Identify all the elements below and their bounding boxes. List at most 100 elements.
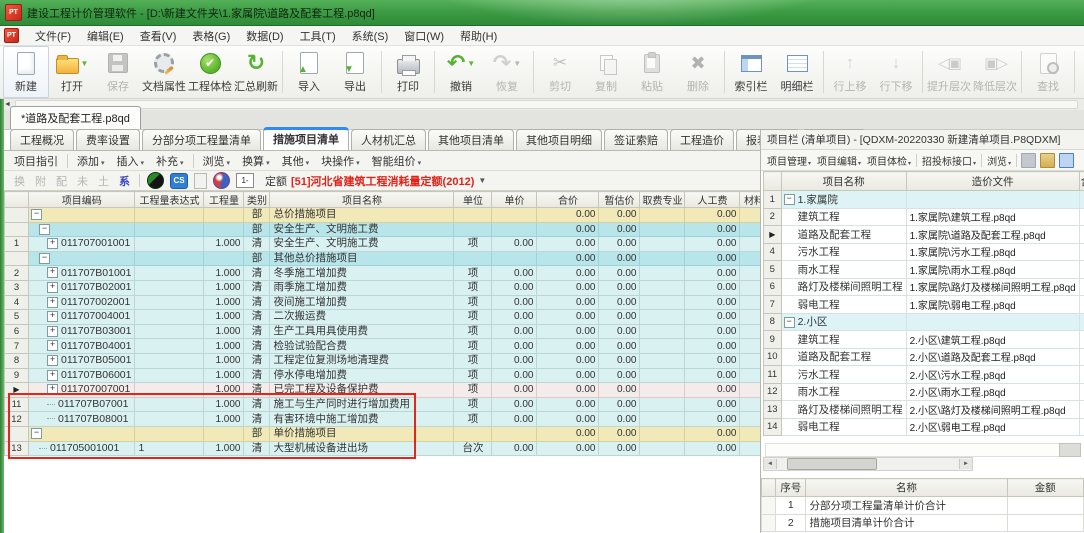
dropdown-arrow-icon[interactable]: ▼ <box>467 59 475 68</box>
tree-row[interactable]: 10道路及配套工程2.小区\道路及配套工程.p8qd <box>764 348 1084 366</box>
tree-expand-icon[interactable]: + <box>47 267 58 278</box>
toolbar-button-row-up[interactable]: 行上移 <box>827 46 873 98</box>
scroll-right-icon[interactable]: ► <box>959 459 972 469</box>
document-tab[interactable]: *道路及配套工程.p8qd <box>10 106 141 129</box>
editbar-item-换算[interactable]: 换算▾ <box>236 153 276 169</box>
tab-其他项目清单[interactable]: 其他项目清单 <box>428 129 514 150</box>
toolbar-button-import[interactable]: 导入 <box>286 46 332 98</box>
tree-expand-icon[interactable]: + <box>47 326 58 337</box>
editbar-item-项目指引[interactable]: 项目指引 <box>8 153 64 169</box>
tree-expand-icon[interactable]: + <box>47 282 58 293</box>
toolbar-button-export[interactable]: 导出 <box>332 46 378 98</box>
quick-icon-sphere[interactable] <box>213 172 230 189</box>
table-row[interactable]: 9+011707B060011.000清停水停电增加费项0.000.000.00… <box>5 368 778 383</box>
tree-expand-icon[interactable]: + <box>47 355 58 366</box>
editbar-item-浏览[interactable]: 浏览▾ <box>197 153 237 169</box>
table-row[interactable]: 7+011707B040011.000清检验试验配合费项0.000.000.00… <box>5 339 778 354</box>
summary-row[interactable]: 1分部分项工程量清单计价合计 <box>762 497 1084 515</box>
tree-collapse-icon[interactable]: − <box>39 224 50 235</box>
tree-row[interactable]: 2建筑工程1.家属院\建筑工程.p8qd <box>764 208 1084 226</box>
menu-item[interactable]: 系统(S) <box>344 28 397 44</box>
toolbar-button-refresh[interactable]: 汇总刷新 <box>233 46 279 98</box>
editbar-item-插入[interactable]: 插入▾ <box>111 153 151 169</box>
summary-row[interactable]: 2措施项目清单计价合计 <box>762 514 1084 532</box>
tree-row[interactable]: 4污水工程1.家属院\污水工程.p8qd <box>764 243 1084 261</box>
panel-menu-项目体检[interactable]: 项目体检▾ <box>864 153 914 168</box>
scrollbar-thumb[interactable] <box>787 458 877 470</box>
table-row[interactable]: −部安全生产、文明施工费0.000.000.000 <box>5 222 778 237</box>
toolbar-button-printer[interactable]: 打印 <box>385 46 431 98</box>
quota-dropdown[interactable]: [51]河北省建筑工程消耗量定额(2012) <box>291 173 474 189</box>
tree-row[interactable]: 9建筑工程2.小区\建筑工程.p8qd <box>764 331 1084 349</box>
tree-horizontal-scrollbar[interactable]: ◄ ► <box>763 457 973 471</box>
scroll-left-icon[interactable]: ◄ <box>764 459 777 469</box>
tree-collapse-icon[interactable]: − <box>39 253 50 264</box>
tab-签证索赔[interactable]: 签证索赔 <box>604 129 668 150</box>
editbar-item-块操作[interactable]: 块操作▾ <box>315 153 366 169</box>
toolbar-button-undo[interactable]: ▼撤销 <box>438 46 484 98</box>
toolbar-button-redo[interactable]: ▼恢复 <box>484 46 530 98</box>
editbar-item-智能组价[interactable]: 智能组价▾ <box>366 153 428 169</box>
dropdown-arrow-icon[interactable]: ▼ <box>513 59 521 68</box>
table-row[interactable]: −部其他总价措施项目0.000.000.000 <box>5 251 778 266</box>
quick-toggle-土[interactable]: 土 <box>93 173 114 189</box>
toolbar-button-page-new[interactable]: 新建 <box>3 46 49 98</box>
table-row[interactable]: 8+011707B050011.000清工程定位复测场地清理费项0.000.00… <box>5 353 778 368</box>
tab-其他项目明细[interactable]: 其他项目明细 <box>516 129 602 150</box>
tree-row[interactable]: 7弱电工程1.家属院\弱电工程.p8qd <box>764 296 1084 314</box>
toolbar-button-scissors[interactable]: 剪切 <box>537 46 583 98</box>
table-row[interactable]: −部总价措施项目0.000.000.000 <box>5 208 778 223</box>
tree-row[interactable]: 6路灯及楼梯间照明工程1.家属院\路灯及楼梯间照明工程.p8qd <box>764 278 1084 296</box>
toolbar-button-doc-props[interactable]: 文档属性 <box>141 46 187 98</box>
tree-expand-icon[interactable]: + <box>47 340 58 351</box>
menu-item[interactable]: 编辑(E) <box>79 28 132 44</box>
tree-collapse-icon[interactable]: − <box>784 194 795 205</box>
tree-expand-icon[interactable]: + <box>47 311 58 322</box>
table-row[interactable]: 2+011707B010011.000清冬季施工增加费项0.000.000.00… <box>5 266 778 281</box>
toolbar-button-calculator[interactable]: ▼计算器 <box>1078 46 1084 98</box>
toolbar-button-paste[interactable]: 粘贴 <box>629 46 675 98</box>
editbar-item-添加[interactable]: 添加▾ <box>71 153 111 169</box>
menu-item[interactable]: 帮助(H) <box>452 28 505 44</box>
tab-费率设置[interactable]: 费率设置 <box>76 129 140 150</box>
panel-menu-招投标接口[interactable]: 招投标接口▾ <box>919 153 979 168</box>
quick-toggle-配[interactable]: 配 <box>51 173 72 189</box>
panel-menu-项目编辑[interactable]: 项目编辑▾ <box>814 153 864 168</box>
table-row[interactable]: 1+0117070010011.000清安全生产、文明施工费项0.000.000… <box>5 237 778 252</box>
tab-工程造价[interactable]: 工程造价 <box>670 129 734 150</box>
panel-menu-浏览[interactable]: 浏览▾ <box>984 153 1014 168</box>
dropdown-arrow-icon[interactable]: ▼ <box>81 59 89 68</box>
table-row[interactable]: 3+011707B020011.000清雨季施工增加费项0.000.000.00… <box>5 280 778 295</box>
tree-row[interactable]: ▶道路及配套工程1.家属院\道路及配套工程.p8qd <box>764 226 1084 244</box>
tab-措施项目清单[interactable]: 措施项目清单 <box>263 127 349 150</box>
tree-row[interactable]: 13路灯及楼梯间照明工程2.小区\路灯及楼梯间照明工程.p8qd <box>764 401 1084 419</box>
tree-expand-icon[interactable]: + <box>47 370 58 381</box>
quick-icon-cs[interactable]: CS <box>170 173 188 189</box>
tab-工程概况[interactable]: 工程概况 <box>10 129 74 150</box>
more-icon[interactable] <box>1059 153 1074 168</box>
save-icon[interactable] <box>1021 153 1036 168</box>
panel-menu-项目管理[interactable]: 项目管理▾ <box>764 153 814 168</box>
toolbar-button-find[interactable]: 查找 <box>1025 46 1071 98</box>
quick-toggle-系[interactable]: 系 <box>114 173 135 189</box>
tree-expand-icon[interactable]: + <box>47 297 58 308</box>
toolbar-button-panel-detail[interactable]: 明细栏 <box>774 46 820 98</box>
quota-dropdown-arrow-icon[interactable]: ▼ <box>478 176 486 185</box>
tab-人材机汇总[interactable]: 人材机汇总 <box>351 129 426 150</box>
editbar-item-其他[interactable]: 其他▾ <box>276 153 316 169</box>
menu-item[interactable]: 查看(V) <box>132 28 185 44</box>
quick-icon-1minus[interactable]: 1- <box>236 173 254 188</box>
table-row[interactable]: 6+011707B030011.000清生产工具用具使用费项0.000.000.… <box>5 324 778 339</box>
tree-row[interactable]: 1−1.家属院 <box>764 191 1084 209</box>
toolbar-button-panel-index[interactable]: 索引栏 <box>728 46 774 98</box>
table-row[interactable]: 5+0117070040011.000清二次搬运费项0.000.000.000.… <box>5 310 778 325</box>
tree-row[interactable]: 5雨水工程1.家属院\雨水工程.p8qd <box>764 261 1084 279</box>
menu-item[interactable]: 文件(F) <box>27 28 79 44</box>
tab-分部分项工程量清单[interactable]: 分部分项工程量清单 <box>142 129 261 150</box>
tree-row[interactable]: 11污水工程2.小区\污水工程.p8qd <box>764 366 1084 384</box>
tree-collapse-icon[interactable]: − <box>784 317 795 328</box>
tree-row[interactable]: 14弱电工程2.小区\弱电工程.p8qd <box>764 418 1084 436</box>
quick-icon-page-gray[interactable] <box>194 173 207 189</box>
toolbar-button-level-down[interactable]: 降低层次 <box>972 46 1018 98</box>
tree-row[interactable]: 8−2.小区 <box>764 313 1084 331</box>
